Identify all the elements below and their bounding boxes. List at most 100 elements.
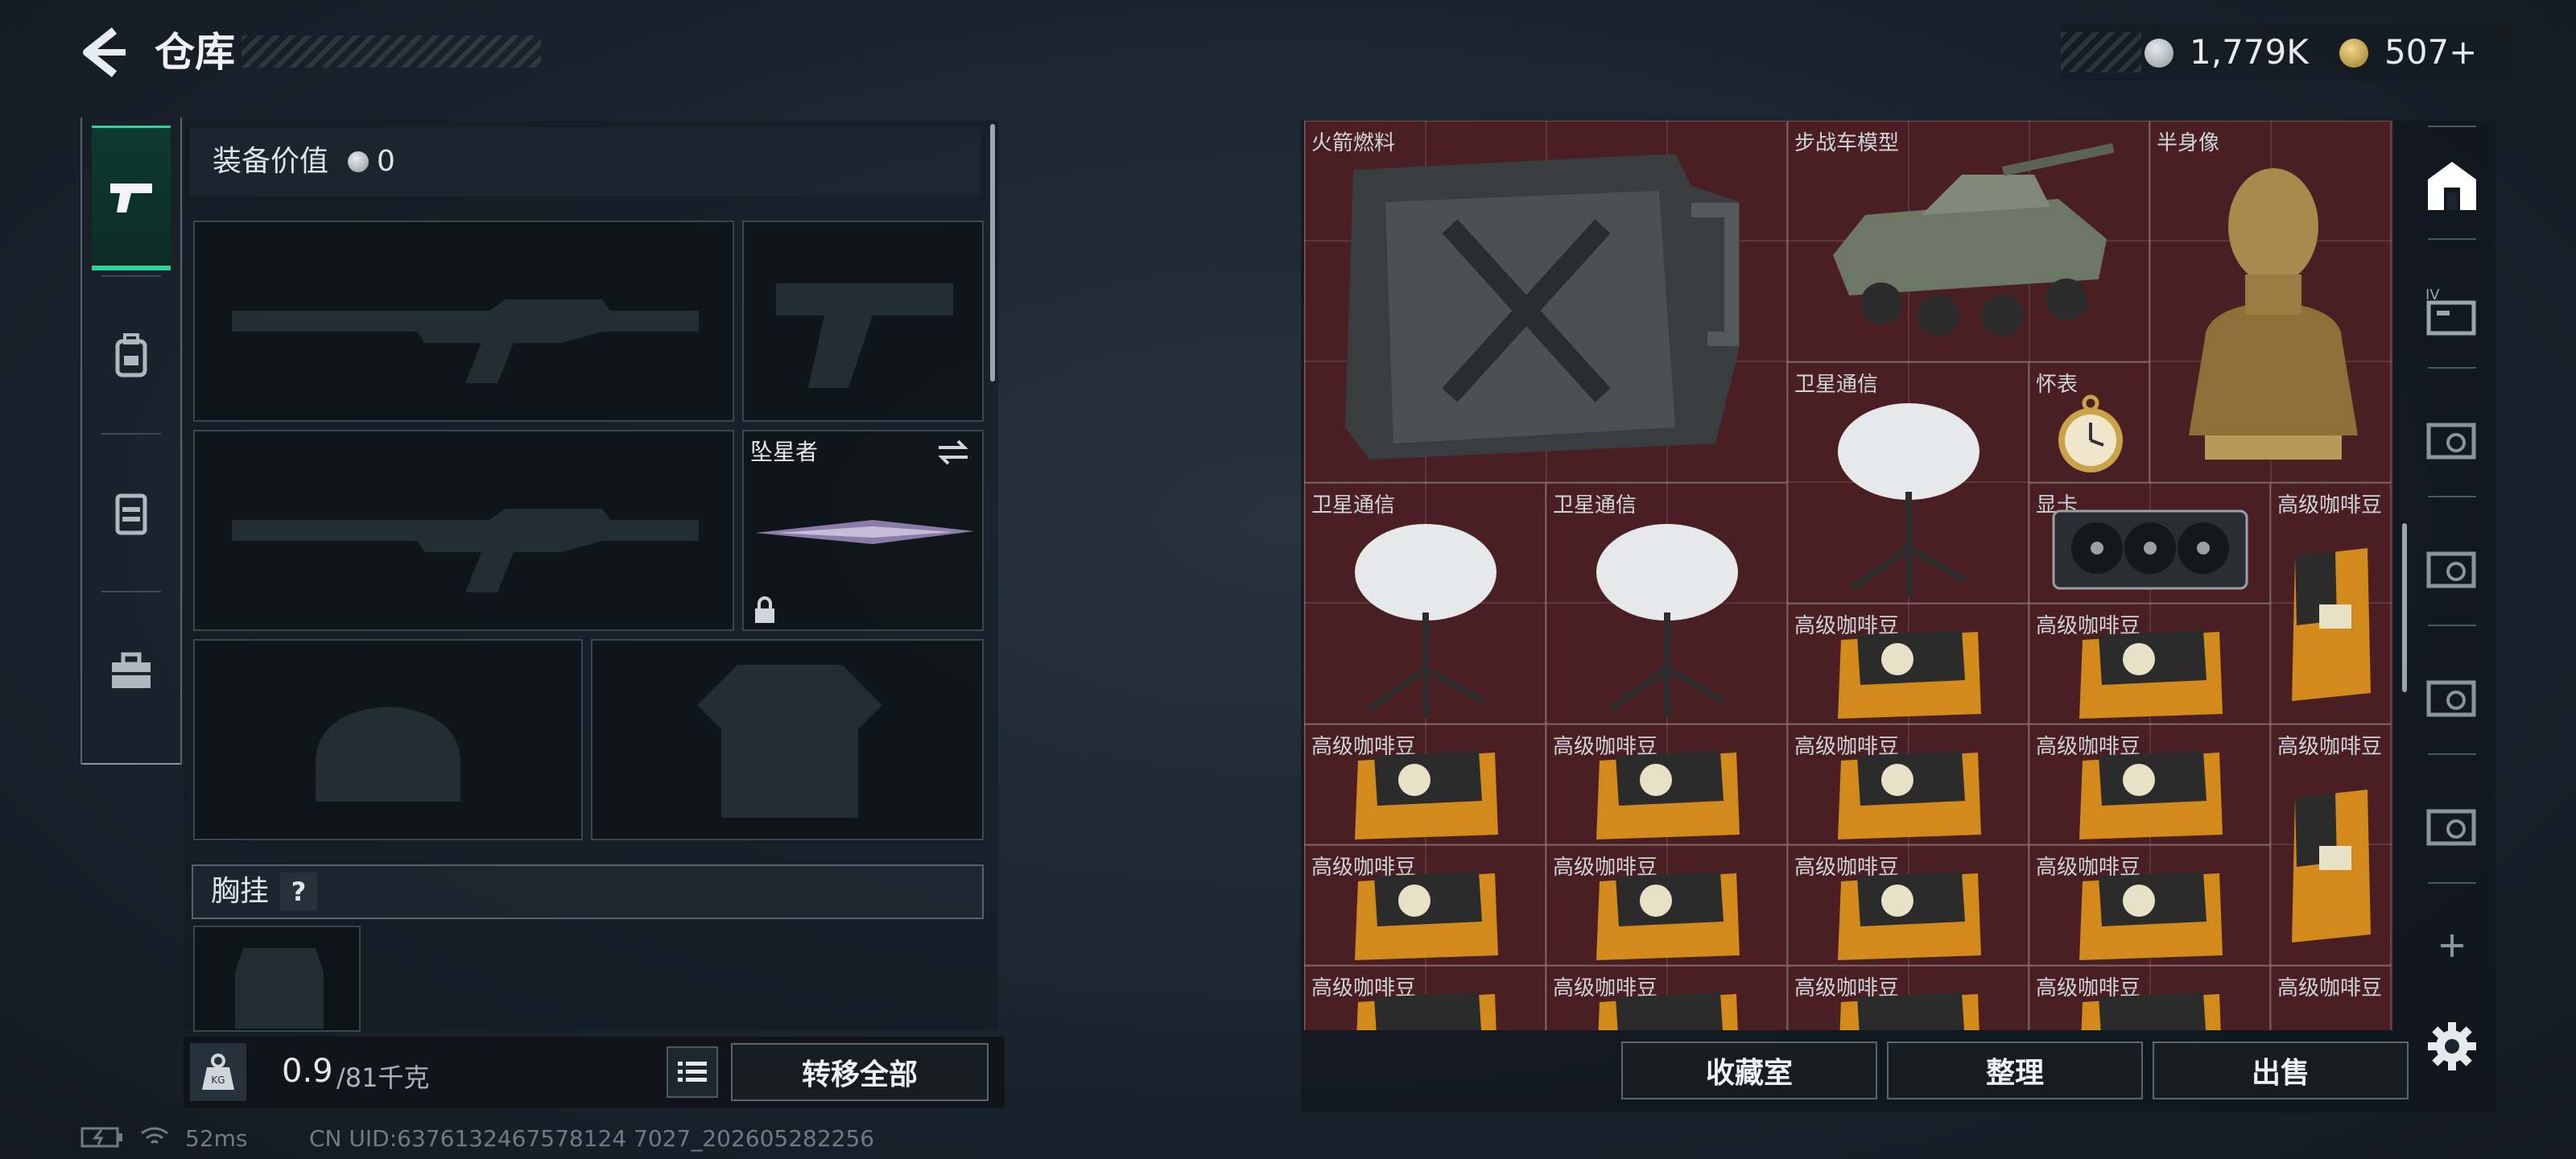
helmet-silhouette-icon [316,707,460,802]
weight-max: /81千克 [336,1062,430,1093]
tab-divider [2428,367,2476,369]
tab-toolbox[interactable] [92,599,171,744]
pistol-silhouette-icon [776,283,953,388]
warehouse-scrollbar[interactable] [2402,523,2407,692]
storage-box-icon-4: IV [2425,287,2476,336]
item-satellite-comm[interactable]: 卫星通信 [1304,483,1546,724]
tab-main-stash[interactable] [2417,137,2487,233]
item-premium-coffee-beans[interactable]: 高级咖啡豆 [1787,845,2029,966]
lock-icon [755,596,774,623]
item-graphics-card[interactable]: 显卡 [2029,483,2270,604]
svg-text:KG: KG [211,1074,225,1086]
uid-text: CN UID:6376132467578124 7027_20260528225… [309,1125,875,1152]
item-premium-coffee-beans[interactable]: 高级咖啡豆 [1546,724,1787,845]
storage-tabs: IV [2412,121,2492,1030]
chest-rig-label: 胸挂 [211,875,270,908]
item-premium-coffee-beans[interactable]: 高级咖啡豆 [1546,966,1787,1030]
silver-coin-icon [348,151,369,172]
item-premium-coffee-beans[interactable]: 高级咖啡豆 [2270,966,2391,1030]
item-premium-coffee-beans[interactable]: 高级咖啡豆 [1304,724,1546,845]
weight-current: 0.9 [282,1053,333,1090]
add-storage-button[interactable] [2417,909,2487,982]
coffee-bag-icon [1355,751,1498,839]
coffee-bag-icon [2079,630,2223,719]
tab-vest[interactable] [92,441,171,586]
tab-weapons[interactable] [92,126,171,270]
equipment-value: 0 [377,145,395,178]
armor-slot[interactable] [591,639,984,840]
wifi-icon [138,1125,171,1155]
item-name: 高级咖啡豆 [2277,493,2383,518]
back-button[interactable] [77,24,129,80]
tabs-bottom-line [82,763,180,765]
item-premium-coffee-beans[interactable]: 高级咖啡豆 [2270,483,2391,724]
coffee-bag-icon [1598,992,1738,1030]
gold-amount[interactable]: 507+ [2384,24,2477,80]
weight-badge: KG [190,1043,246,1101]
vest-icon [115,493,147,535]
item-ifv-model[interactable]: 步战车模型 [1787,121,2149,362]
item-premium-coffee-beans[interactable]: 高级咖啡豆 [2029,724,2270,845]
item-premium-coffee-beans[interactable]: 高级咖啡豆 [1304,966,1546,1030]
equipment-value-header: 装备价值 0 [190,127,980,196]
list-icon [678,1062,707,1082]
primary-weapon-slot[interactable] [193,221,734,422]
melee-slot[interactable]: 坠星者 [742,430,984,631]
item-bust[interactable]: 半身像 [2149,121,2391,483]
item-rocket-fuel[interactable]: 火箭燃料 [1304,121,1787,483]
equipment-scrollbar[interactable] [990,124,995,382]
item-premium-coffee-beans[interactable]: 高级咖啡豆 [2270,724,2391,966]
item-name: 半身像 [2157,131,2220,155]
rifle-silhouette-icon [232,299,699,383]
tab-storage-box-4[interactable]: IV [2417,262,2487,359]
primary-weapon-slot-2[interactable] [193,430,734,631]
satellite-dish-icon [1355,524,1496,717]
item-name: 卫星通信 [1794,373,1879,397]
transfer-all-button[interactable]: 转移全部 [731,1043,989,1101]
storage-box-icon [2426,551,2476,588]
coffee-bag-icon [2079,751,2223,839]
chest-rig-slot[interactable] [193,926,361,1032]
swap-icon[interactable] [935,438,971,467]
item-premium-coffee-beans[interactable]: 高级咖啡豆 [1787,966,2029,1030]
coffee-bag-icon [1596,872,1740,960]
item-premium-coffee-beans[interactable]: 高级咖啡豆 [2029,845,2270,966]
settings-button[interactable] [2423,1017,2481,1075]
item-name: 高级咖啡豆 [2277,735,2383,759]
coffee-bag-icon [1596,751,1740,839]
item-premium-coffee-beans[interactable]: 高级咖啡豆 [1546,845,1787,966]
tab-divider [2428,882,2476,884]
item-satellite-comm[interactable]: 卫星通信 [1546,483,1787,724]
tab-divider [101,591,161,592]
tab-storage-box[interactable] [2417,520,2487,617]
item-premium-coffee-beans[interactable]: 高级咖啡豆 [1787,724,2029,845]
satellite-dish-icon [1838,403,1979,596]
coffee-bag-icon [1838,630,1981,719]
item-satellite-comm[interactable]: 卫星通信 [1787,362,2029,604]
item-premium-coffee-beans[interactable]: 高级咖啡豆 [1304,845,1546,966]
tab-storage-box[interactable] [2417,391,2487,488]
stash-home-icon [2428,162,2476,210]
graphics-card-icon [2052,509,2248,590]
item-premium-coffee-beans[interactable]: 高级咖啡豆 [2029,966,2270,1030]
tab-storage-box[interactable] [2417,649,2487,745]
plus-icon [2441,934,2463,957]
helmet-slot[interactable] [193,639,583,840]
item-premium-coffee-beans[interactable]: 高级咖啡豆 [1787,604,2029,724]
chest-rig-help-icon[interactable]: ? [280,872,317,911]
weight-icon: KG [202,1054,234,1090]
pistol-icon [110,183,152,212]
secondary-weapon-slot[interactable] [742,221,984,422]
item-pocket-watch[interactable]: 怀表 [2029,362,2149,483]
organize-button[interactable]: 整理 [1887,1041,2143,1099]
tab-storage-box[interactable] [2417,777,2487,874]
item-premium-coffee-beans[interactable]: 高级咖啡豆 [2029,604,2270,724]
toolbox-icon [112,652,151,688]
collection-room-button[interactable]: 收藏室 [1621,1041,1877,1099]
tab-backpack[interactable] [92,283,171,428]
page-title: 仓库 [155,29,235,76]
chest-rig-header: 胸挂 ? [192,864,984,919]
back-arrow-icon [83,27,126,77]
sell-button[interactable]: 出售 [2153,1041,2409,1099]
list-view-button[interactable] [667,1046,718,1098]
